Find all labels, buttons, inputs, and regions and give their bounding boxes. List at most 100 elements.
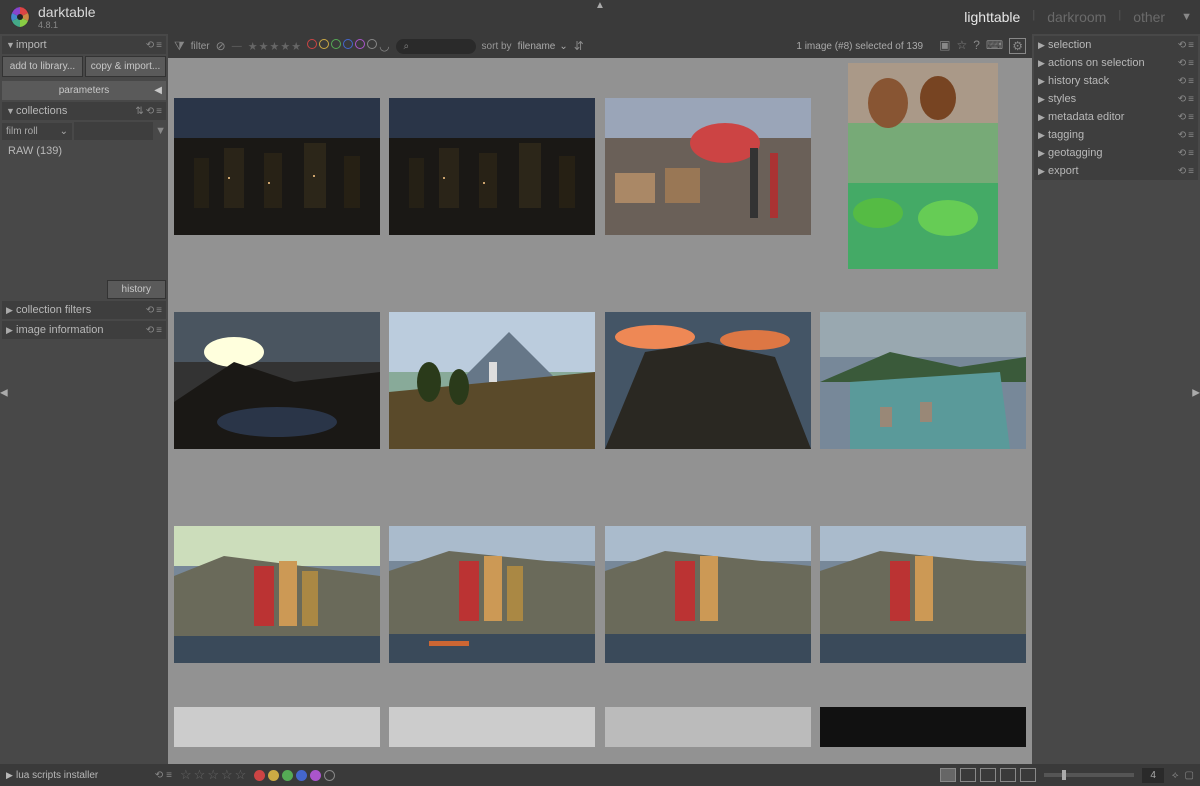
filter-input[interactable] (74, 122, 153, 140)
import-header[interactable]: ▼ import ⟲≡ (2, 36, 166, 54)
menu-icon[interactable]: ≡ (1188, 112, 1194, 123)
thumbnail[interactable] (601, 702, 815, 752)
color-purple[interactable] (355, 39, 365, 49)
thumbnail[interactable] (170, 60, 384, 272)
color-red[interactable] (307, 39, 317, 49)
history-button[interactable]: history (107, 280, 166, 299)
collapse-left-arrow[interactable]: ◀ (0, 388, 8, 399)
star-3[interactable]: ★ (269, 40, 279, 53)
label-clear[interactable] (324, 770, 335, 781)
selection-header[interactable]: ▶selection⟲≡ (1034, 36, 1198, 54)
color-yellow[interactable] (319, 39, 329, 49)
thumbnail[interactable] (817, 274, 1031, 486)
color-blue[interactable] (343, 39, 353, 49)
thumbnail[interactable] (386, 702, 600, 752)
arc-icon[interactable]: ◡ (379, 39, 389, 53)
sort-icon[interactable]: ⇅ (135, 106, 143, 117)
star-1[interactable]: ★ (248, 40, 258, 53)
reset-icon[interactable]: ⟲ (146, 106, 154, 117)
lua-header[interactable]: ▶ lua scripts installer ⟲≡ (6, 770, 172, 781)
star-2[interactable]: ★ (259, 40, 269, 53)
label-yellow[interactable] (268, 770, 279, 781)
menu-icon[interactable]: ≡ (156, 325, 162, 336)
star-icon[interactable]: ☆ (956, 38, 967, 54)
tagging-header[interactable]: ▶tagging⟲≡ (1034, 126, 1198, 144)
reset-icon[interactable]: ⟲ (1178, 148, 1186, 159)
sort-direction-icon[interactable]: ⇵ (574, 39, 584, 53)
chevron-down-icon[interactable]: ▼ (155, 125, 166, 137)
tab-other[interactable]: other (1133, 9, 1165, 25)
collection-item[interactable]: RAW (139) (2, 142, 166, 160)
menu-icon[interactable]: ≡ (156, 40, 162, 51)
collapse-top-arrow[interactable]: ▲ (595, 0, 605, 11)
rating-star-4[interactable]: ☆ (221, 767, 233, 783)
reset-icon[interactable]: ⟲ (146, 325, 154, 336)
collapse-icon[interactable]: ▣ (939, 38, 950, 54)
history-stack-header[interactable]: ▶history stack⟲≡ (1034, 72, 1198, 90)
metadata-header[interactable]: ▶metadata editor⟲≡ (1034, 108, 1198, 126)
rating-star-2[interactable]: ☆ (194, 767, 206, 783)
thumbnail[interactable] (601, 488, 815, 700)
filter-funnel-icon[interactable]: ⧩ (174, 39, 185, 54)
menu-icon[interactable]: ≡ (156, 305, 162, 316)
thumbnail[interactable] (601, 60, 815, 272)
color-none[interactable] (367, 39, 377, 49)
sort-select[interactable]: filename ⌄ (518, 41, 568, 52)
compare-view-icon[interactable] (980, 768, 996, 782)
tab-darkroom[interactable]: darkroom (1047, 9, 1106, 25)
thumbnail[interactable] (170, 702, 384, 752)
help-icon[interactable]: ? (973, 38, 980, 54)
menu-icon[interactable]: ≡ (1188, 58, 1194, 69)
add-to-library-button[interactable]: add to library... (2, 56, 83, 77)
parameters-button[interactable]: parameters ◀ (2, 81, 166, 100)
image-information-header[interactable]: ▶ image information ⟲≡ (2, 321, 166, 339)
collections-header[interactable]: ▼ collections ⇅⟲≡ (2, 102, 166, 120)
geotagging-header[interactable]: ▶geotagging⟲≡ (1034, 144, 1198, 162)
reset-icon[interactable]: ⟲ (1178, 130, 1186, 141)
tab-lighttable[interactable]: lighttable (964, 9, 1020, 25)
star-4[interactable]: ★ (280, 40, 290, 53)
menu-icon[interactable]: ≡ (1188, 148, 1194, 159)
filter-type-select[interactable]: film roll ⌄ (2, 123, 72, 140)
copy-import-button[interactable]: copy & import... (85, 56, 166, 77)
reject-icon[interactable]: ⊘ (216, 39, 226, 53)
collection-filters-header[interactable]: ▶ collection filters ⟲≡ (2, 301, 166, 319)
rating-star-1[interactable]: ☆ (180, 767, 192, 783)
rating-star-5[interactable]: ☆ (235, 767, 247, 783)
menu-icon[interactable]: ≡ (1188, 76, 1194, 87)
reset-icon[interactable]: ⟲ (1178, 94, 1186, 105)
collapse-right-arrow[interactable]: ▶ (1192, 388, 1200, 399)
label-red[interactable] (254, 770, 265, 781)
reset-icon[interactable]: ⟲ (1178, 76, 1186, 87)
color-green[interactable] (331, 39, 341, 49)
styles-header[interactable]: ▶styles⟲≡ (1034, 90, 1198, 108)
label-purple[interactable] (310, 770, 321, 781)
full-preview-icon[interactable] (1020, 768, 1036, 782)
reset-icon[interactable]: ⟲ (146, 40, 154, 51)
zoomable-view-icon[interactable] (960, 768, 976, 782)
reset-icon[interactable]: ⟲ (146, 305, 154, 316)
settings-icon[interactable]: ⚙ (1009, 38, 1026, 54)
menu-icon[interactable]: ≡ (156, 106, 162, 117)
keyboard-icon[interactable]: ⌨ (986, 38, 1003, 54)
rating-star-3[interactable]: ☆ (207, 767, 219, 783)
menu-icon[interactable]: ≡ (1188, 166, 1194, 177)
thumbnail[interactable] (817, 488, 1031, 700)
display-icon[interactable]: ▢ (1185, 770, 1194, 781)
culling-view-icon[interactable] (1000, 768, 1016, 782)
thumbnail[interactable] (170, 274, 384, 486)
menu-icon[interactable]: ≡ (1188, 130, 1194, 141)
thumbnail[interactable] (386, 274, 600, 486)
menu-icon[interactable]: ≡ (1188, 94, 1194, 105)
label-blue[interactable] (296, 770, 307, 781)
reset-icon[interactable]: ⟲ (1178, 58, 1186, 69)
thumbnail[interactable] (386, 488, 600, 700)
reset-icon[interactable]: ⟲ (1178, 112, 1186, 123)
thumbnail[interactable] (817, 60, 1031, 272)
reset-icon[interactable]: ⟲ (1178, 40, 1186, 51)
export-header[interactable]: ▶export⟲≡ (1034, 162, 1198, 180)
zoom-slider[interactable] (1044, 773, 1134, 777)
thumbnail[interactable] (170, 488, 384, 700)
menu-icon[interactable]: ≡ (1188, 40, 1194, 51)
actions-header[interactable]: ▶actions on selection⟲≡ (1034, 54, 1198, 72)
